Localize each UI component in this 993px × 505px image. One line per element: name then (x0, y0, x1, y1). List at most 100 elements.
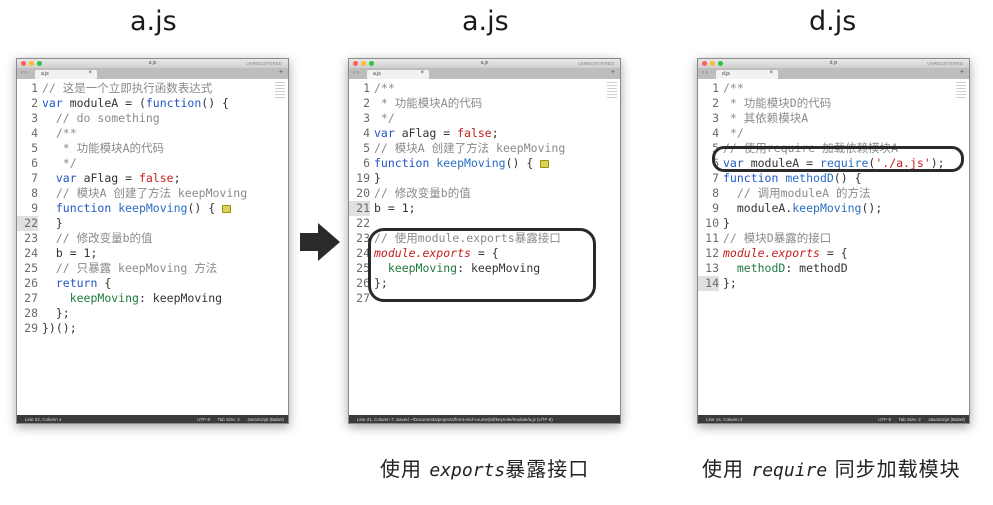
panel-heading-middle: a.js (462, 6, 509, 37)
code-line[interactable]: 3 * 其依赖模块A (698, 111, 969, 126)
line-number: 27 (24, 291, 38, 305)
code-text: // 修改变量b的值 (42, 231, 153, 245)
code-text: }; (42, 306, 70, 320)
tab-add-icon[interactable]: + (279, 69, 283, 76)
code-line[interactable]: 20 // 修改变量b的值 (349, 186, 620, 201)
code-line[interactable]: 21 b = 1; (349, 201, 620, 216)
code-text: /** (723, 81, 744, 95)
code-line[interactable]: 6 function keepMoving() { (349, 156, 620, 171)
tab-nav-arrows-icon[interactable]: ‹ › (702, 70, 708, 76)
code-line[interactable]: 12 module.exports = { (698, 246, 969, 261)
code-line[interactable]: 1 /** (698, 81, 969, 96)
tab-add-icon[interactable]: + (960, 69, 964, 76)
code-line[interactable]: 2 var moduleA = (function() { (17, 96, 288, 111)
code-text: // 模块A 创建了方法 keepMoving (374, 141, 566, 155)
tab-nav-arrows-icon[interactable]: ‹ › (21, 70, 27, 76)
code-line[interactable]: 22 } (17, 216, 288, 231)
code-line[interactable]: 28 }; (17, 306, 288, 321)
code-text: var aFlag = false; (55, 171, 181, 185)
code-line[interactable]: 27 keepMoving: keepMoving (17, 291, 288, 306)
tab-bar: ‹ › a.js × + (349, 68, 620, 79)
tab-add-icon[interactable]: + (611, 69, 615, 76)
line-number: 7 (31, 171, 38, 185)
code-line[interactable]: 7 function methodD() { (698, 171, 969, 186)
status-bar: Line 22, Column 4 UTF-8 Tab Size: 2 JavaS… (17, 415, 288, 423)
line-number: 22 (356, 216, 370, 230)
code-line[interactable]: 2 * 功能模块D的代码 (698, 96, 969, 111)
tab-close-icon[interactable]: × (769, 70, 773, 76)
line-number: 19 (356, 171, 370, 185)
line-number: 9 (31, 201, 38, 215)
status-settings[interactable]: UTF-8 Tab Size: 2 JavaScript (Babel) (878, 417, 965, 422)
code-line[interactable]: 1 /** (349, 81, 620, 96)
code-line[interactable]: 19} (349, 171, 620, 186)
status-position: Line 21, Column 7; Saved ~/Documents/pro… (357, 416, 553, 422)
code-text: // do something (42, 111, 160, 125)
code-text: * 功能模块D的代码 (723, 96, 832, 110)
line-number: 3 (31, 111, 38, 125)
code-text: */ (42, 156, 77, 170)
window-titlebar[interactable]: a.js UNREGISTERED (17, 59, 288, 68)
code-line[interactable]: 6 */ (17, 156, 288, 171)
tab-file[interactable]: a.js × (35, 70, 97, 79)
code-line[interactable]: 10} (698, 216, 969, 231)
line-number: 24 (356, 246, 370, 260)
code-text: return { (55, 276, 112, 290)
code-line[interactable]: 14}; (698, 276, 969, 291)
window-titlebar[interactable]: d.js UNREGISTERED (698, 59, 969, 68)
code-text: /** (374, 81, 395, 95)
unregistered-label: UNREGISTERED (246, 61, 282, 66)
code-line[interactable]: 24 b = 1; (17, 246, 288, 261)
code-line[interactable]: 3 */ (349, 111, 620, 126)
tab-file-label: a.js (41, 71, 49, 77)
line-number: 22 (17, 216, 38, 231)
line-number: 25 (356, 261, 370, 275)
line-number: 25 (24, 261, 38, 275)
window-titlebar[interactable]: a.js UNREGISTERED (349, 59, 620, 68)
line-number: 10 (705, 216, 719, 230)
code-text: module.exports = { (723, 246, 848, 260)
line-number: 8 (712, 186, 719, 200)
line-number: 20 (356, 186, 370, 200)
tab-nav-arrows-icon[interactable]: ‹ › (353, 70, 359, 76)
code-text: * 功能模块A的代码 (374, 96, 483, 110)
line-number: 26 (24, 276, 38, 290)
code-line[interactable]: 8 // 调用moduleA 的方法 (698, 186, 969, 201)
code-line[interactable]: 9 moduleA.keepMoving(); (698, 201, 969, 216)
right-arrow-icon (300, 223, 340, 261)
fold-marker-icon[interactable] (540, 159, 550, 168)
code-text: function methodD() { (723, 171, 862, 185)
code-line[interactable]: 1 // 这是一个立即执行函数表达式 (17, 81, 288, 96)
code-line[interactable]: 4 */ (698, 126, 969, 141)
code-line[interactable]: 9 function keepMoving() { (17, 201, 288, 216)
code-line[interactable]: 2 * 功能模块A的代码 (349, 96, 620, 111)
tab-file[interactable]: a.js × (367, 70, 429, 79)
code-text: var moduleA = (function() { (42, 96, 229, 110)
line-number: 7 (712, 171, 719, 185)
code-line[interactable]: 11 // 模块D暴露的接口 (698, 231, 969, 246)
code-line[interactable]: 29})(); (17, 321, 288, 336)
tab-file[interactable]: d.js × (716, 70, 778, 79)
code-line[interactable]: 26 return { (17, 276, 288, 291)
code-line[interactable]: 4 /** (17, 126, 288, 141)
tab-close-icon[interactable]: × (420, 70, 424, 76)
code-line[interactable]: 5 * 功能模块A的代码 (17, 141, 288, 156)
tab-close-icon[interactable]: × (88, 70, 92, 76)
code-area[interactable]: 1/** 2 * 功能模块D的代码 3 * 其依赖模块A 4 */5// 使用requ… (698, 81, 969, 291)
code-line[interactable]: 3 // do something (17, 111, 288, 126)
code-line[interactable]: 5 // 模块A 创建了方法 keepMoving (349, 141, 620, 156)
code-text: // 只暴露 keepMoving 方法 (42, 261, 218, 275)
code-line[interactable]: 8 // 模块A 创建了方法 keepMoving (17, 186, 288, 201)
status-settings[interactable]: UTF-8 Tab Size: 2 JavaScript (Babel) (197, 417, 284, 422)
code-line[interactable]: 23 // 修改变量b的值 (17, 231, 288, 246)
line-number: 9 (712, 201, 719, 215)
code-text: } (374, 171, 381, 185)
fold-marker-icon[interactable] (222, 204, 232, 213)
code-area[interactable]: 1 // 这是一个立即执行函数表达式 2 var moduleA = (functio… (17, 81, 288, 336)
code-line[interactable]: 7 var aFlag = false; (17, 171, 288, 186)
code-line[interactable]: 25 // 只暴露 keepMoving 方法 (17, 261, 288, 276)
code-line[interactable]: 4 var aFlag = false; (349, 126, 620, 141)
code-line[interactable]: 13 methodD: methodD (698, 261, 969, 276)
code-text: var aFlag = false; (374, 126, 499, 140)
code-text: keepMoving: keepMoving (69, 291, 223, 305)
